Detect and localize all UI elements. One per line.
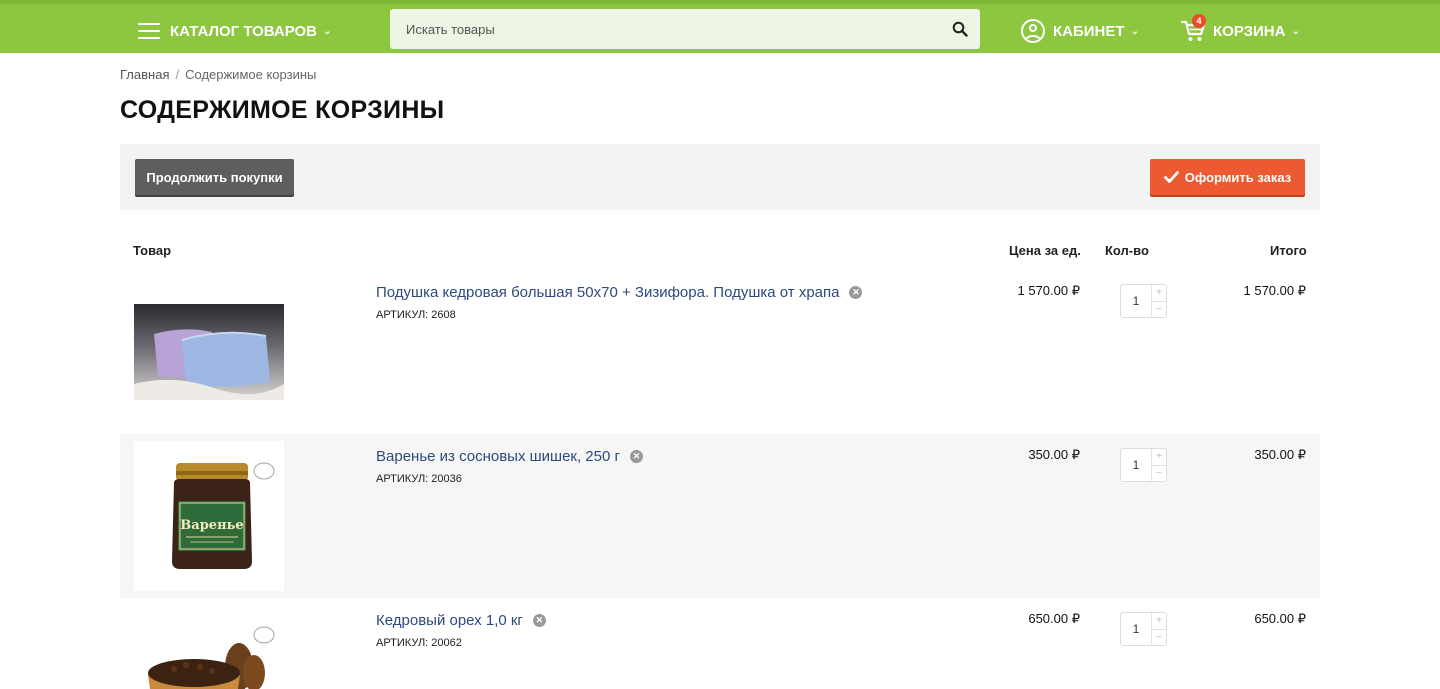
column-header-product: Товар: [133, 243, 172, 258]
product-sku: АРТИКУЛ: 20062: [376, 637, 462, 649]
top-header: КАТАЛОГ ТОВАРОВ ⌄ КАБИНЕТ ⌄ 4 КОРЗИНА ⌄: [0, 0, 1440, 53]
search-icon: [952, 21, 968, 37]
quantity-input[interactable]: [1121, 449, 1151, 481]
menu-icon: [138, 23, 160, 39]
column-header-total: Итого: [1270, 243, 1307, 258]
quantity-input[interactable]: [1121, 613, 1151, 645]
breadcrumb-current: Содержимое корзины: [185, 67, 317, 82]
column-header-qty: Кол-во: [1105, 243, 1149, 258]
search-bar: [390, 9, 980, 49]
column-header-unit-price: Цена за ед.: [1009, 243, 1081, 258]
product-name-link[interactable]: Варенье из сосновых шишек, 250 г ✕: [376, 448, 643, 465]
search-input[interactable]: [390, 9, 940, 49]
quantity-stepper: + −: [1120, 448, 1167, 482]
product-image-jam-jar[interactable]: Варенье: [134, 441, 284, 591]
continue-shopping-button[interactable]: Продолжить покупки: [135, 159, 294, 195]
plus-icon[interactable]: +: [1152, 613, 1166, 629]
table-row: Подушка кедровая большая 50x70 + Зизифор…: [120, 270, 1320, 434]
remove-icon[interactable]: ✕: [532, 614, 546, 627]
plus-icon[interactable]: +: [1152, 285, 1166, 301]
cart-label: КОРЗИНА: [1213, 22, 1286, 40]
quantity-input[interactable]: [1121, 285, 1151, 317]
unit-price: 1 570.00 ₽: [1017, 283, 1081, 298]
quantity-stepper: + −: [1120, 612, 1167, 646]
cart-icon: 4: [1180, 14, 1207, 43]
cabinet-menu-button[interactable]: КАБИНЕТ ⌄: [1021, 16, 1139, 46]
row-total: 650.00 ₽: [1254, 611, 1306, 626]
catalog-label: КАТАЛОГ ТОВАРОВ: [170, 22, 318, 40]
cart-menu-button[interactable]: 4 КОРЗИНА ⌄: [1180, 14, 1300, 46]
product-sku: АРТИКУЛ: 2608: [376, 309, 456, 321]
unit-price: 350.00 ₽: [1028, 447, 1080, 462]
product-name-link[interactable]: Подушка кедровая большая 50x70 + Зизифор…: [376, 284, 863, 301]
page-title: СОДЕРЖИМОЕ КОРЗИНЫ: [120, 96, 445, 124]
chevron-down-icon: ⌄: [1291, 25, 1300, 37]
product-image-pillows[interactable]: [134, 304, 284, 400]
product-name-link[interactable]: Кедровый орех 1,0 кг ✕: [376, 612, 546, 629]
catalog-menu-button[interactable]: КАТАЛОГ ТОВАРОВ ⌄: [138, 16, 331, 46]
product-sku: АРТИКУЛ: 20036: [376, 473, 462, 485]
breadcrumb: Главная / Содержимое корзины: [120, 67, 316, 82]
unit-price: 650.00 ₽: [1028, 611, 1080, 626]
cart-action-bar: Продолжить покупки Оформить заказ: [120, 144, 1320, 210]
quantity-stepper: + −: [1120, 284, 1167, 318]
chevron-down-icon: ⌄: [323, 25, 332, 37]
row-total: 1 570.00 ₽: [1243, 283, 1307, 298]
breadcrumb-separator: /: [175, 67, 180, 82]
plus-icon[interactable]: +: [1152, 449, 1166, 465]
search-button[interactable]: [940, 9, 980, 49]
remove-icon[interactable]: ✕: [629, 450, 643, 463]
row-total: 350.00 ₽: [1254, 447, 1306, 462]
user-icon: [1021, 19, 1045, 43]
minus-icon[interactable]: −: [1152, 464, 1166, 482]
table-row: Кедровый орех 1,0 кг ✕ АРТИКУЛ: 20062 65…: [120, 598, 1320, 689]
remove-icon[interactable]: ✕: [849, 286, 863, 299]
product-image-cedar-nuts[interactable]: [134, 605, 284, 689]
product-name: Кедровый орех 1,0 кг: [376, 612, 523, 629]
jar-label-text: Варенье: [180, 518, 243, 533]
check-icon: [1163, 171, 1179, 183]
table-row: Варенье Варенье из сосновых шишек, 250 г…: [120, 434, 1320, 598]
minus-icon[interactable]: −: [1152, 300, 1166, 318]
minus-icon[interactable]: −: [1152, 628, 1166, 646]
cart-count-badge: 4: [1192, 14, 1206, 28]
product-name: Подушка кедровая большая 50x70 + Зизифор…: [376, 284, 840, 301]
cabinet-label: КАБИНЕТ: [1053, 22, 1125, 40]
checkout-button[interactable]: Оформить заказ: [1150, 159, 1305, 195]
chevron-down-icon: ⌄: [1130, 25, 1139, 37]
breadcrumb-home-link[interactable]: Главная: [120, 67, 169, 82]
product-name: Варенье из сосновых шишек, 250 г: [376, 448, 620, 465]
checkout-label: Оформить заказ: [1184, 169, 1292, 185]
